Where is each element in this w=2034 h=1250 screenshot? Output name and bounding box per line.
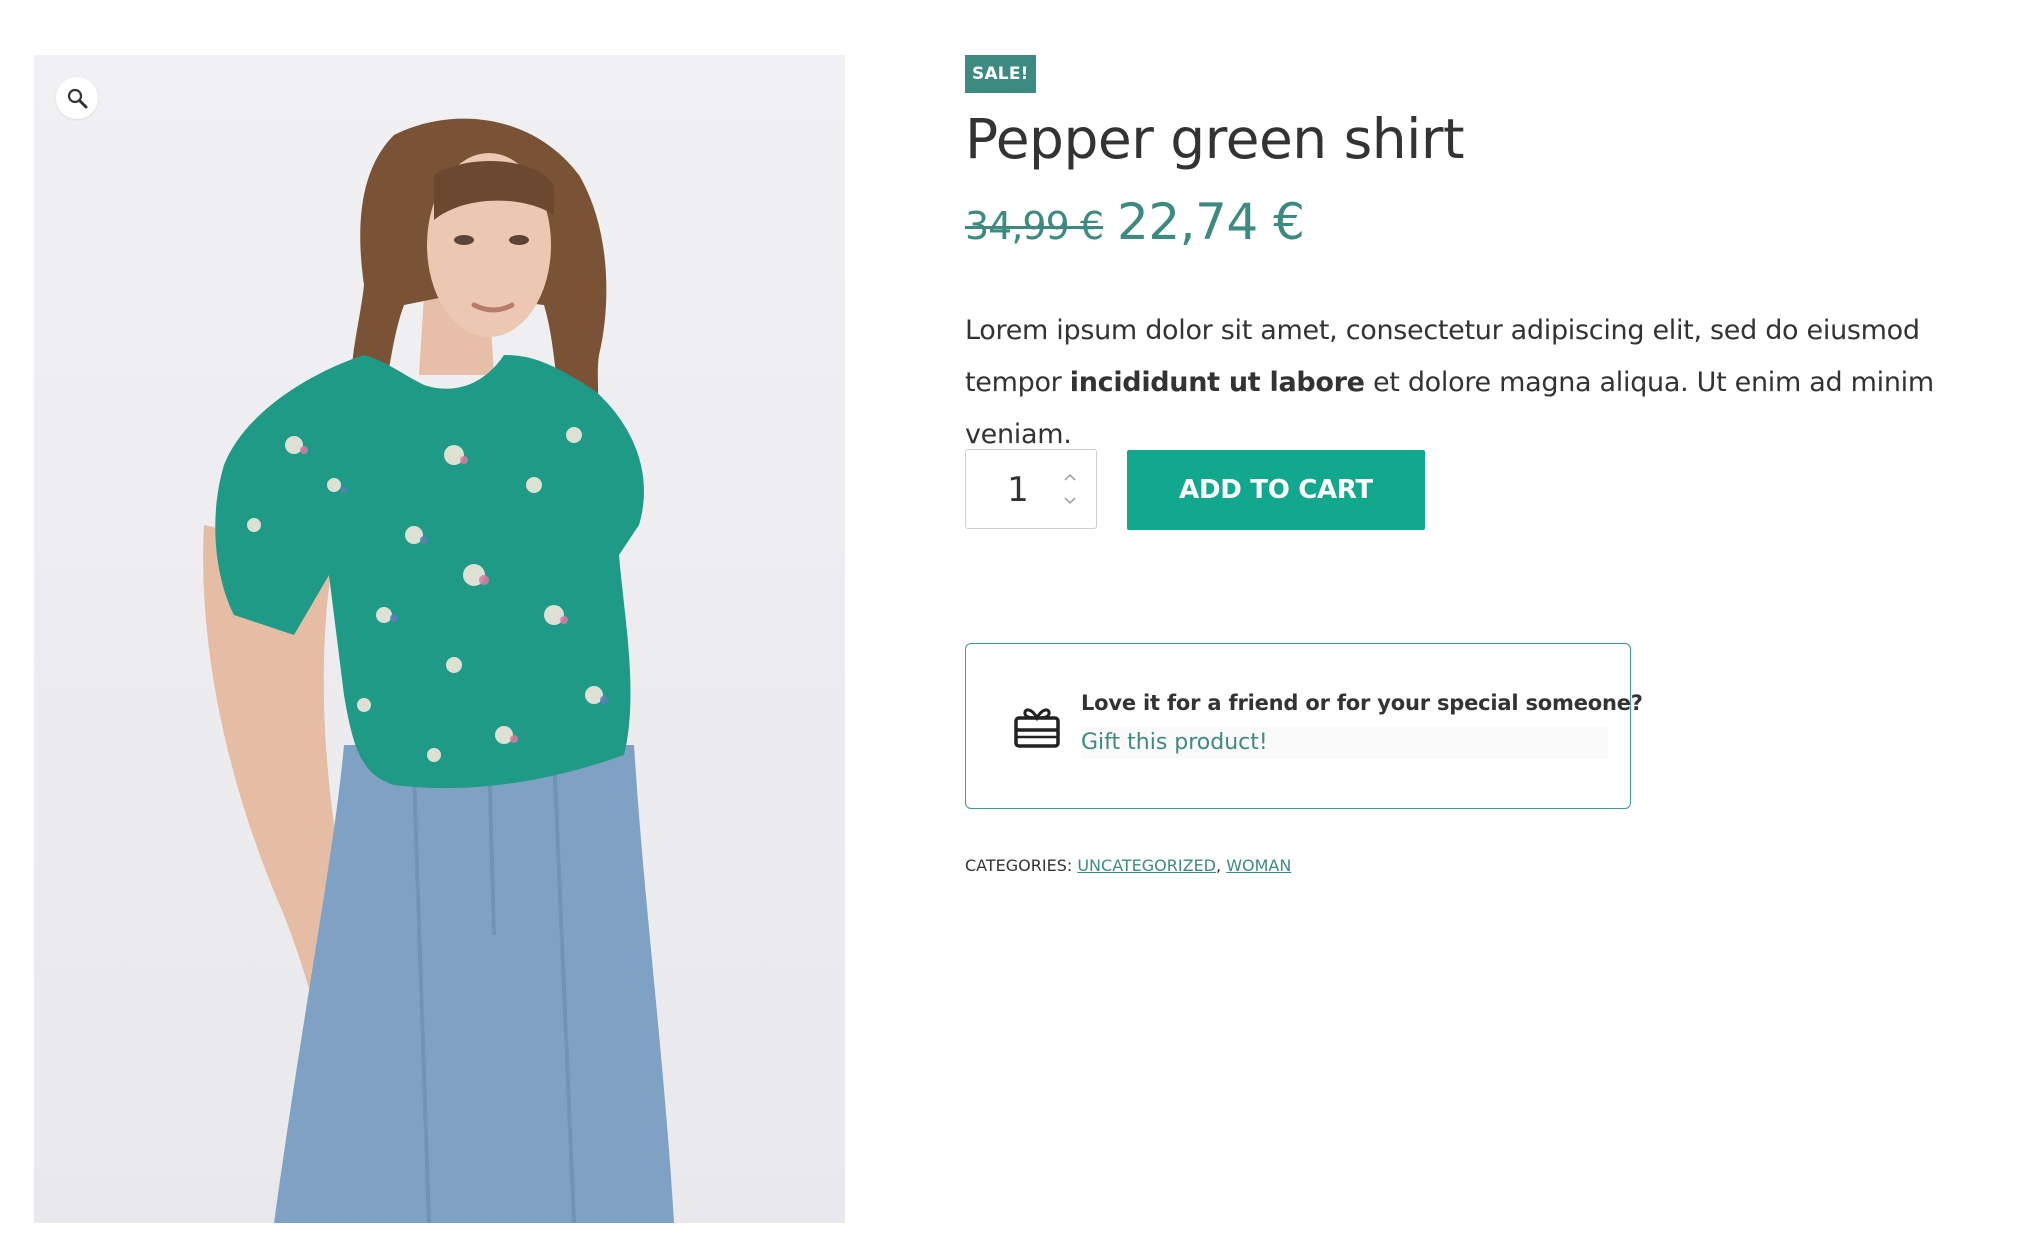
model-jeans — [274, 745, 674, 1223]
product-image[interactable] — [34, 55, 845, 1223]
gift-this-product-link[interactable]: Gift this product! — [1081, 727, 1608, 759]
zoom-button[interactable] — [56, 77, 98, 119]
product-title: Pepper green shirt — [965, 107, 1465, 171]
quantity-input[interactable] — [986, 470, 1050, 510]
sale-price: 22,74 € — [1117, 193, 1305, 251]
category-separator: , — [1216, 856, 1222, 875]
gift-text: Love it for a friend or for your special… — [1081, 687, 1643, 759]
product-categories: CATEGORIES: UNCATEGORIZED, WOMAN — [965, 856, 1291, 875]
category-link-uncategorized[interactable]: UNCATEGORIZED — [1077, 856, 1216, 875]
gift-card-icon — [1014, 708, 1060, 748]
short-description: Lorem ipsum dolor sit amet, consectetur … — [965, 305, 1985, 461]
model-photo — [203, 118, 674, 1223]
category-link-woman[interactable]: WOMAN — [1226, 856, 1291, 875]
chevron-up-icon[interactable] — [1062, 470, 1078, 484]
sale-badge: SALE! — [965, 55, 1036, 93]
regular-price: 34,99 € — [965, 204, 1104, 248]
gift-product-box: Love it for a friend or for your special… — [965, 643, 1643, 809]
gift-title: Love it for a friend or for your special… — [1081, 691, 1643, 715]
add-to-cart-button[interactable]: ADD TO CART — [1127, 450, 1425, 530]
description-bold-text: incididunt ut labore — [1069, 367, 1365, 398]
magnifier-icon — [67, 88, 88, 109]
quantity-stepper[interactable] — [965, 449, 1097, 529]
price: 34,99 € 22,74 € — [965, 193, 1305, 273]
chevron-down-icon[interactable] — [1062, 494, 1078, 508]
categories-label: CATEGORIES: — [965, 856, 1073, 875]
